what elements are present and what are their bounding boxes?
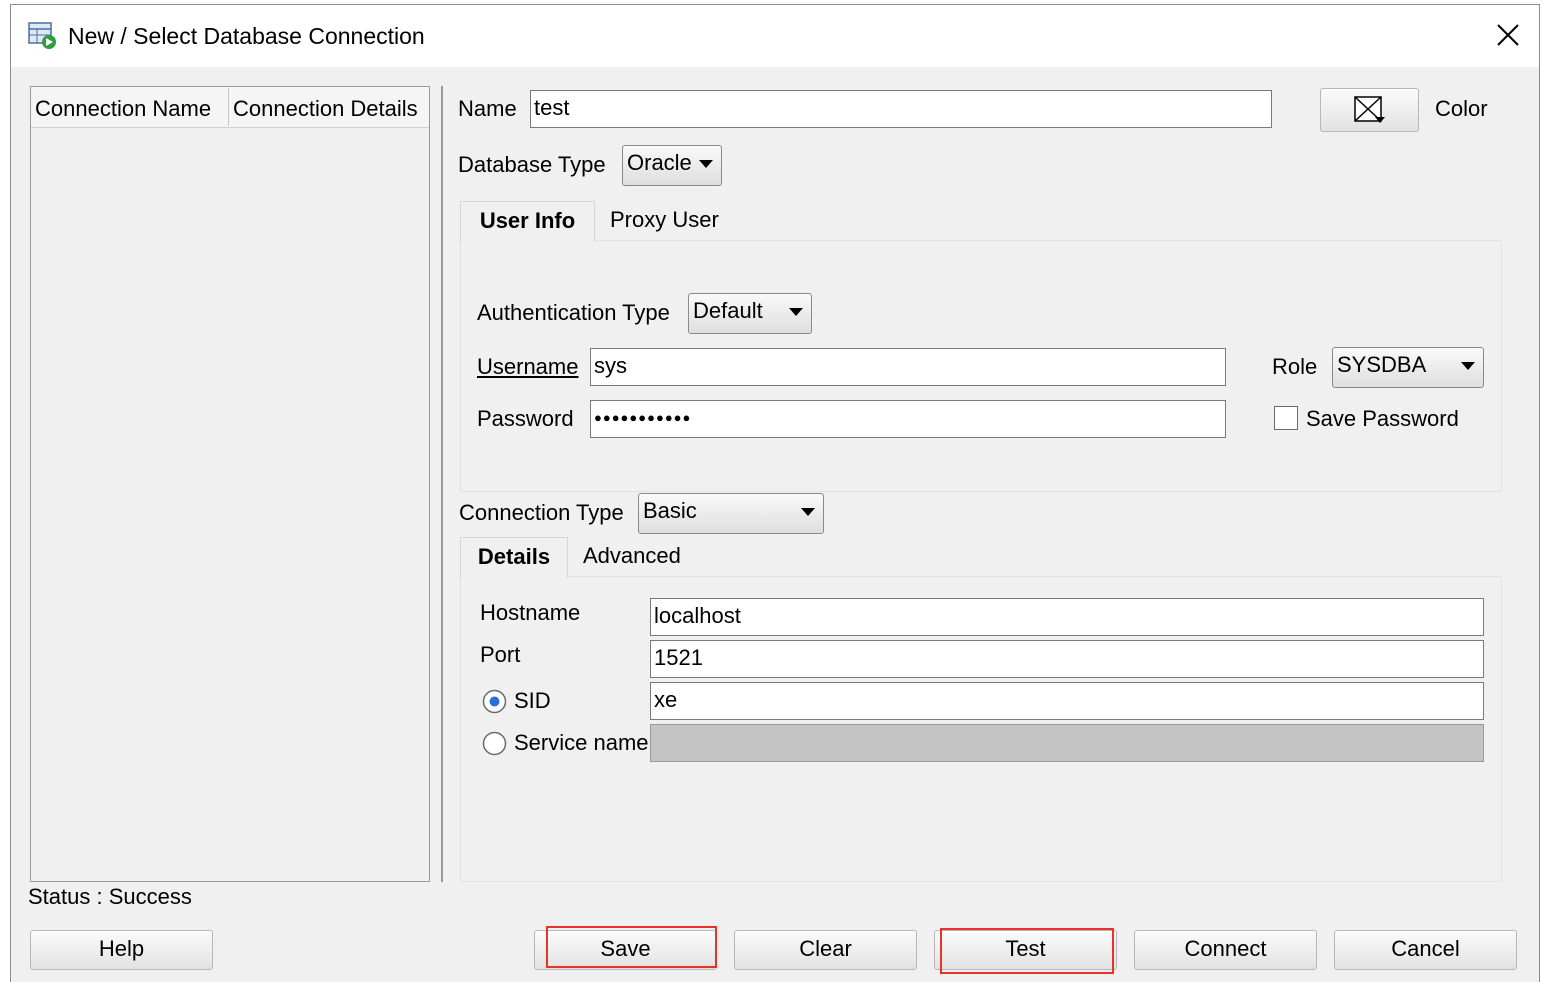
help-button[interactable]: Help — [30, 930, 213, 970]
name-input[interactable]: test — [530, 90, 1272, 128]
authentication-type-select[interactable]: Default — [688, 293, 812, 334]
name-label: Name — [458, 96, 517, 121]
hostname-label: Hostname — [480, 600, 581, 625]
database-type-value: Oracle — [627, 150, 692, 175]
tab-details[interactable]: Details — [460, 537, 568, 578]
cancel-button[interactable]: Cancel — [1334, 930, 1517, 970]
role-value: SYSDBA — [1337, 352, 1427, 377]
save-password-label[interactable]: Save Password — [1306, 406, 1459, 432]
service-name-input — [650, 724, 1484, 762]
tab-user-info-label: User Info — [479, 208, 576, 233]
username-label-text: Username — [477, 354, 579, 379]
authentication-type-label: Authentication Type — [477, 300, 670, 325]
split-divider[interactable] — [441, 86, 443, 882]
tab-details-label: Details — [477, 544, 551, 569]
tab-proxy-user[interactable]: Proxy User — [604, 201, 724, 242]
database-type-label: Database Type — [458, 152, 606, 177]
database-type-select[interactable]: Oracle — [622, 145, 722, 186]
clear-label: Clear — [799, 936, 852, 961]
chevron-down-icon — [789, 308, 803, 316]
background-app — [1540, 0, 1548, 982]
clear-button[interactable]: Clear — [734, 930, 917, 970]
database-connection-icon — [28, 22, 58, 50]
username-input[interactable]: sys — [590, 348, 1226, 386]
username-label: Username — [477, 354, 578, 380]
test-highlight-box — [940, 928, 1114, 974]
connection-list[interactable] — [30, 86, 430, 882]
color-label: Color — [1435, 96, 1488, 121]
port-input[interactable]: 1521 — [650, 640, 1484, 678]
column-header-connection-details[interactable]: Connection Details — [233, 96, 418, 122]
connect-button[interactable]: Connect — [1134, 930, 1317, 970]
close-icon[interactable] — [1494, 21, 1522, 49]
role-select[interactable]: SYSDBA — [1332, 347, 1484, 388]
color-swatch-icon — [1353, 95, 1387, 136]
connection-type-label: Connection Type — [459, 500, 624, 525]
tab-advanced-label: Advanced — [583, 543, 681, 568]
chevron-down-icon — [801, 508, 815, 516]
role-label: Role — [1272, 354, 1318, 379]
service-name-label[interactable]: Service name — [514, 730, 649, 756]
tab-advanced[interactable]: Advanced — [576, 537, 696, 578]
service-name-radio[interactable] — [482, 731, 507, 756]
port-label: Port — [480, 642, 521, 667]
password-label: Password — [477, 406, 574, 431]
save-password-checkbox[interactable] — [1274, 406, 1298, 430]
column-divider — [228, 88, 229, 126]
connection-type-value: Basic — [643, 498, 697, 523]
save-highlight-box — [546, 926, 717, 968]
sid-input[interactable]: xe — [650, 682, 1484, 720]
tab-proxy-user-label: Proxy User — [610, 207, 719, 232]
sid-radio[interactable] — [482, 689, 507, 714]
password-input[interactable]: ●●●●●●●●●●● — [590, 400, 1226, 438]
column-header-connection-name[interactable]: Connection Name — [35, 96, 211, 122]
authentication-type-value: Default — [693, 298, 763, 323]
chevron-down-icon — [1461, 362, 1475, 370]
connect-label: Connect — [1184, 936, 1267, 961]
hostname-input[interactable]: localhost — [650, 598, 1484, 636]
tab-user-info[interactable]: User Info — [460, 201, 595, 242]
dialog-title: New / Select Database Connection — [68, 23, 425, 49]
chevron-down-icon — [699, 160, 713, 168]
sid-label[interactable]: SID — [514, 688, 551, 714]
help-label: Help — [98, 936, 145, 961]
cancel-label: Cancel — [1391, 936, 1460, 961]
connection-type-select[interactable]: Basic — [638, 493, 824, 534]
password-mask: ●●●●●●●●●●● — [594, 410, 692, 425]
color-picker-button[interactable] — [1320, 88, 1419, 132]
status-text: Status : Success — [28, 884, 192, 909]
